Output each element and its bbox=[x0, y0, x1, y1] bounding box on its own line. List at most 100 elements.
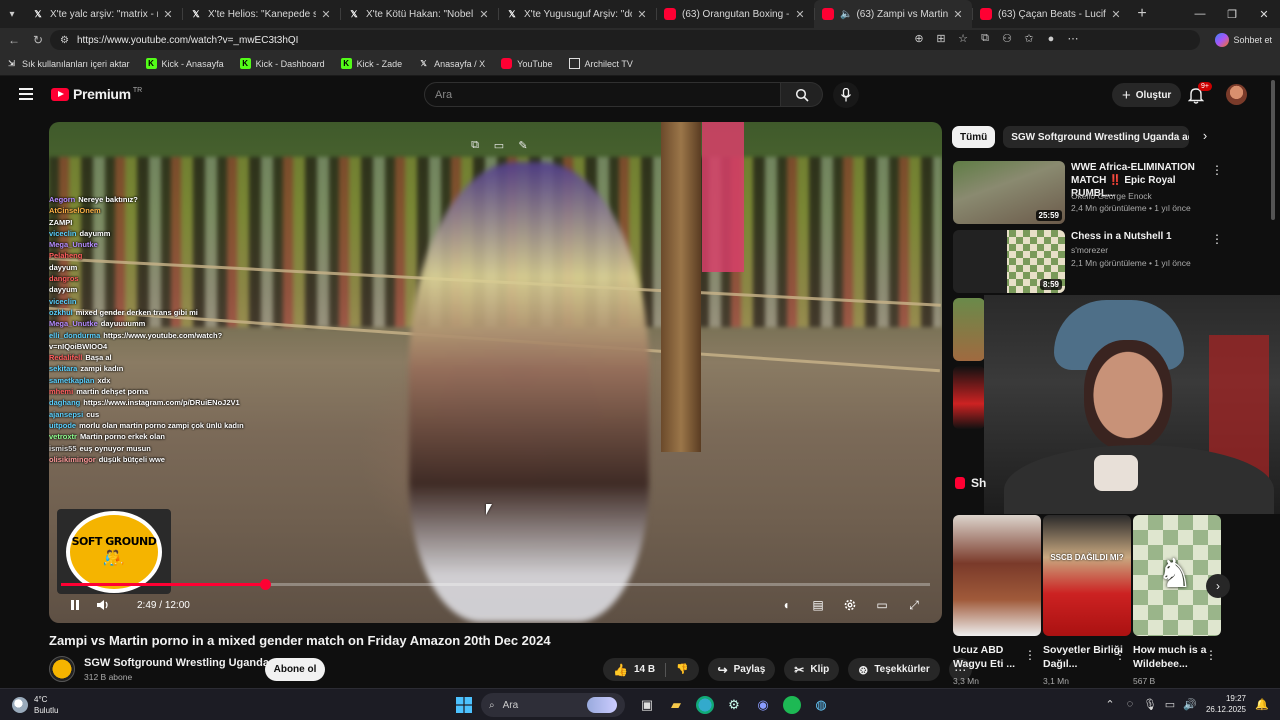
voice-search-button[interactable] bbox=[833, 82, 859, 108]
maximize-icon[interactable]: ❐ bbox=[1216, 0, 1248, 28]
weather-widget[interactable]: 4°C Bulutlu bbox=[12, 694, 58, 716]
theater-mode-button[interactable]: ▭ bbox=[866, 594, 898, 616]
close-tab-icon[interactable]: ✕ bbox=[794, 8, 806, 21]
browser-tab[interactable]: 𝕏 X'te yalc arşiv: "matrix - neden bay ✕ bbox=[24, 0, 182, 28]
short-title[interactable]: Ucuz ABD Wagyu Eti ... bbox=[953, 643, 1033, 671]
browser-tab[interactable]: 𝕏 X'te Kötü Hakan: "Nobel verilmeli ✕ bbox=[340, 0, 498, 28]
dislike-button[interactable]: 👎 bbox=[666, 658, 698, 681]
browser-tab[interactable]: 🔈 (63) Zampi vs Martin porno ir ✕ bbox=[814, 0, 972, 28]
split-screen-icon[interactable]: ⚇ bbox=[996, 32, 1018, 45]
network-app-icon[interactable]: ◍ bbox=[809, 693, 833, 717]
channel-avatar[interactable] bbox=[49, 656, 75, 682]
new-tab-button[interactable]: + bbox=[1130, 5, 1154, 23]
chevron-up-icon[interactable]: ⌃ bbox=[1100, 698, 1120, 711]
more-options-icon[interactable]: ⋮ bbox=[1211, 163, 1223, 177]
notifications-tray-icon[interactable]: 🔔 bbox=[1252, 698, 1272, 711]
network-icon[interactable]: ▭ bbox=[1160, 698, 1180, 711]
extensions-icon[interactable]: ⧉ bbox=[974, 32, 996, 45]
volume-button[interactable] bbox=[89, 594, 117, 616]
cast-icon[interactable]: ▭ bbox=[487, 136, 511, 154]
short-thumbnail[interactable]: SSCB DAĞILDI MI? bbox=[1043, 515, 1131, 636]
reload-icon[interactable]: ↻ bbox=[26, 28, 50, 52]
close-tab-icon[interactable]: ✕ bbox=[478, 8, 490, 21]
bookmark-item[interactable]: Archilect TV bbox=[568, 58, 633, 69]
file-explorer-icon[interactable]: ▰ bbox=[664, 693, 688, 717]
short-thumbnail[interactable] bbox=[953, 515, 1041, 636]
shorts-next-button[interactable]: › bbox=[1206, 574, 1230, 598]
browser-tab[interactable]: (63) Orangutan Boxing - YouTube ✕ bbox=[656, 0, 814, 28]
short-thumbnail[interactable]: ♞ bbox=[1133, 515, 1221, 636]
share-button[interactable]: ↪ Paylaş bbox=[707, 658, 776, 681]
short-title[interactable]: Sovyetler Birliği Dağıl... bbox=[1043, 643, 1123, 671]
recommendation-item[interactable]: 25:59 WWE Africa-ELIMINATION MATCH ‼️ Ep… bbox=[953, 161, 1243, 225]
steam-icon[interactable]: ⚙ bbox=[722, 693, 746, 717]
close-tab-icon[interactable]: ✕ bbox=[636, 8, 648, 21]
guide-menu-icon[interactable] bbox=[19, 88, 33, 100]
search-button[interactable] bbox=[781, 82, 823, 107]
subtitles-button[interactable]: ▤ bbox=[802, 594, 834, 616]
bookmark-item[interactable]: K Kick - Zade bbox=[340, 58, 402, 69]
notifications-button[interactable]: 9+ bbox=[1187, 82, 1212, 104]
close-tab-icon[interactable]: ✕ bbox=[1110, 8, 1122, 21]
recommendation-thumbnail[interactable]: 8:59 bbox=[953, 230, 1065, 293]
autoplay-toggle[interactable]: ◖ bbox=[770, 594, 802, 616]
like-button[interactable]: 👍 14 B bbox=[603, 658, 665, 681]
more-options-icon[interactable]: ⋮ bbox=[1024, 648, 1036, 662]
minimize-icon[interactable]: — bbox=[1184, 0, 1216, 28]
bookmark-item[interactable]: ⇲ Sık kullanılanları içeri aktar bbox=[6, 58, 129, 69]
recommendation-thumbnail[interactable]: 25:59 bbox=[953, 161, 1065, 224]
app-tray-icon[interactable]: ◌ bbox=[1120, 698, 1140, 710]
recommendation-thumbnail[interactable] bbox=[953, 366, 985, 429]
tab-actions-menu-icon[interactable]: ▾ bbox=[0, 0, 24, 28]
progress-bar[interactable] bbox=[61, 579, 930, 590]
site-info-icon[interactable]: ⚙ bbox=[60, 35, 69, 46]
more-options-icon[interactable]: ⋮ bbox=[1211, 232, 1223, 246]
recommendation-thumbnail[interactable] bbox=[953, 298, 985, 361]
clock[interactable]: 19:27 26.12.2025 bbox=[1206, 693, 1246, 715]
more-menu-icon[interactable]: ⋯ bbox=[1062, 32, 1084, 45]
recommendation-title[interactable]: Chess in a Nutshell 1 bbox=[1071, 230, 1211, 243]
taskbar-search[interactable]: ⌕ Ara bbox=[481, 693, 625, 717]
youtube-premium-logo[interactable]: Premium TR bbox=[51, 86, 142, 102]
microphone-tray-icon[interactable]: 🎙 bbox=[1140, 698, 1160, 711]
chip-all[interactable]: Tümü bbox=[952, 126, 996, 148]
app-available-icon[interactable]: ⊞ bbox=[930, 32, 952, 45]
windows-start-icon[interactable] bbox=[452, 693, 476, 717]
copilot-chat-button[interactable]: Sohbet et bbox=[1215, 31, 1272, 49]
discord-icon[interactable]: ◉ bbox=[751, 693, 775, 717]
progress-scrubber-handle[interactable] bbox=[260, 579, 272, 590]
bookmark-item[interactable]: K Kick - Dashboard bbox=[239, 58, 325, 69]
close-tab-icon[interactable]: ✕ bbox=[952, 8, 964, 21]
translate-icon[interactable]: ⊕ bbox=[908, 32, 930, 45]
browser-tab[interactable]: (63) Çaçan Beats - Lucifer | Officia ✕ bbox=[972, 0, 1130, 28]
account-avatar[interactable] bbox=[1226, 84, 1247, 105]
address-bar[interactable]: ⚙ https://www.youtube.com/watch?v=_mwEC3… bbox=[50, 30, 1200, 50]
favorite-star-icon[interactable]: ☆ bbox=[952, 32, 974, 45]
close-window-icon[interactable]: ✕ bbox=[1248, 0, 1280, 28]
pause-button[interactable] bbox=[61, 594, 89, 616]
chip-from-uploader[interactable]: SGW Softground Wrestling Uganda adlı yük… bbox=[1003, 126, 1190, 148]
recommendation-item[interactable]: 8:59 Chess in a Nutshell 1 s'morezer 2,1… bbox=[953, 230, 1243, 294]
back-icon[interactable]: ← bbox=[2, 28, 26, 52]
bookmark-item[interactable]: 𝕏 Anasayfa / X bbox=[418, 58, 485, 69]
fullscreen-button[interactable]: ⤢ bbox=[898, 594, 930, 616]
bookmark-item[interactable]: YouTube bbox=[501, 58, 553, 69]
bookmark-item[interactable]: K Kick - Anasayfa bbox=[145, 58, 224, 69]
page-scrollbar[interactable] bbox=[1271, 80, 1275, 220]
profile-avatar-icon[interactable]: ● bbox=[1040, 33, 1062, 45]
note-icon[interactable]: ✎ bbox=[511, 136, 535, 154]
volume-tray-icon[interactable]: 🔊 bbox=[1180, 698, 1200, 711]
video-player[interactable]: ⧉ ▭ ✎ Aegorn Nereye baktınız? AtCinselOnem… bbox=[49, 122, 942, 623]
more-options-icon[interactable]: ⋮ bbox=[1205, 648, 1217, 662]
tab-audio-icon[interactable]: 🔈 bbox=[840, 9, 852, 20]
channel-name[interactable]: SGW Softground Wrestling Uganda bbox=[84, 657, 269, 669]
thanks-button[interactable]: ⊛ Teşekkürler bbox=[848, 658, 940, 681]
close-tab-icon[interactable]: ✕ bbox=[162, 8, 174, 21]
more-options-icon[interactable]: ⋮ bbox=[1114, 648, 1126, 662]
search-input[interactable] bbox=[435, 88, 780, 101]
subscribe-button[interactable]: Abone ol bbox=[265, 658, 325, 681]
short-title[interactable]: How much is a Wildebee... bbox=[1133, 643, 1213, 671]
close-tab-icon[interactable]: ✕ bbox=[320, 8, 332, 21]
spotify-icon[interactable] bbox=[783, 696, 801, 714]
chips-next-icon[interactable]: › bbox=[1196, 128, 1214, 143]
